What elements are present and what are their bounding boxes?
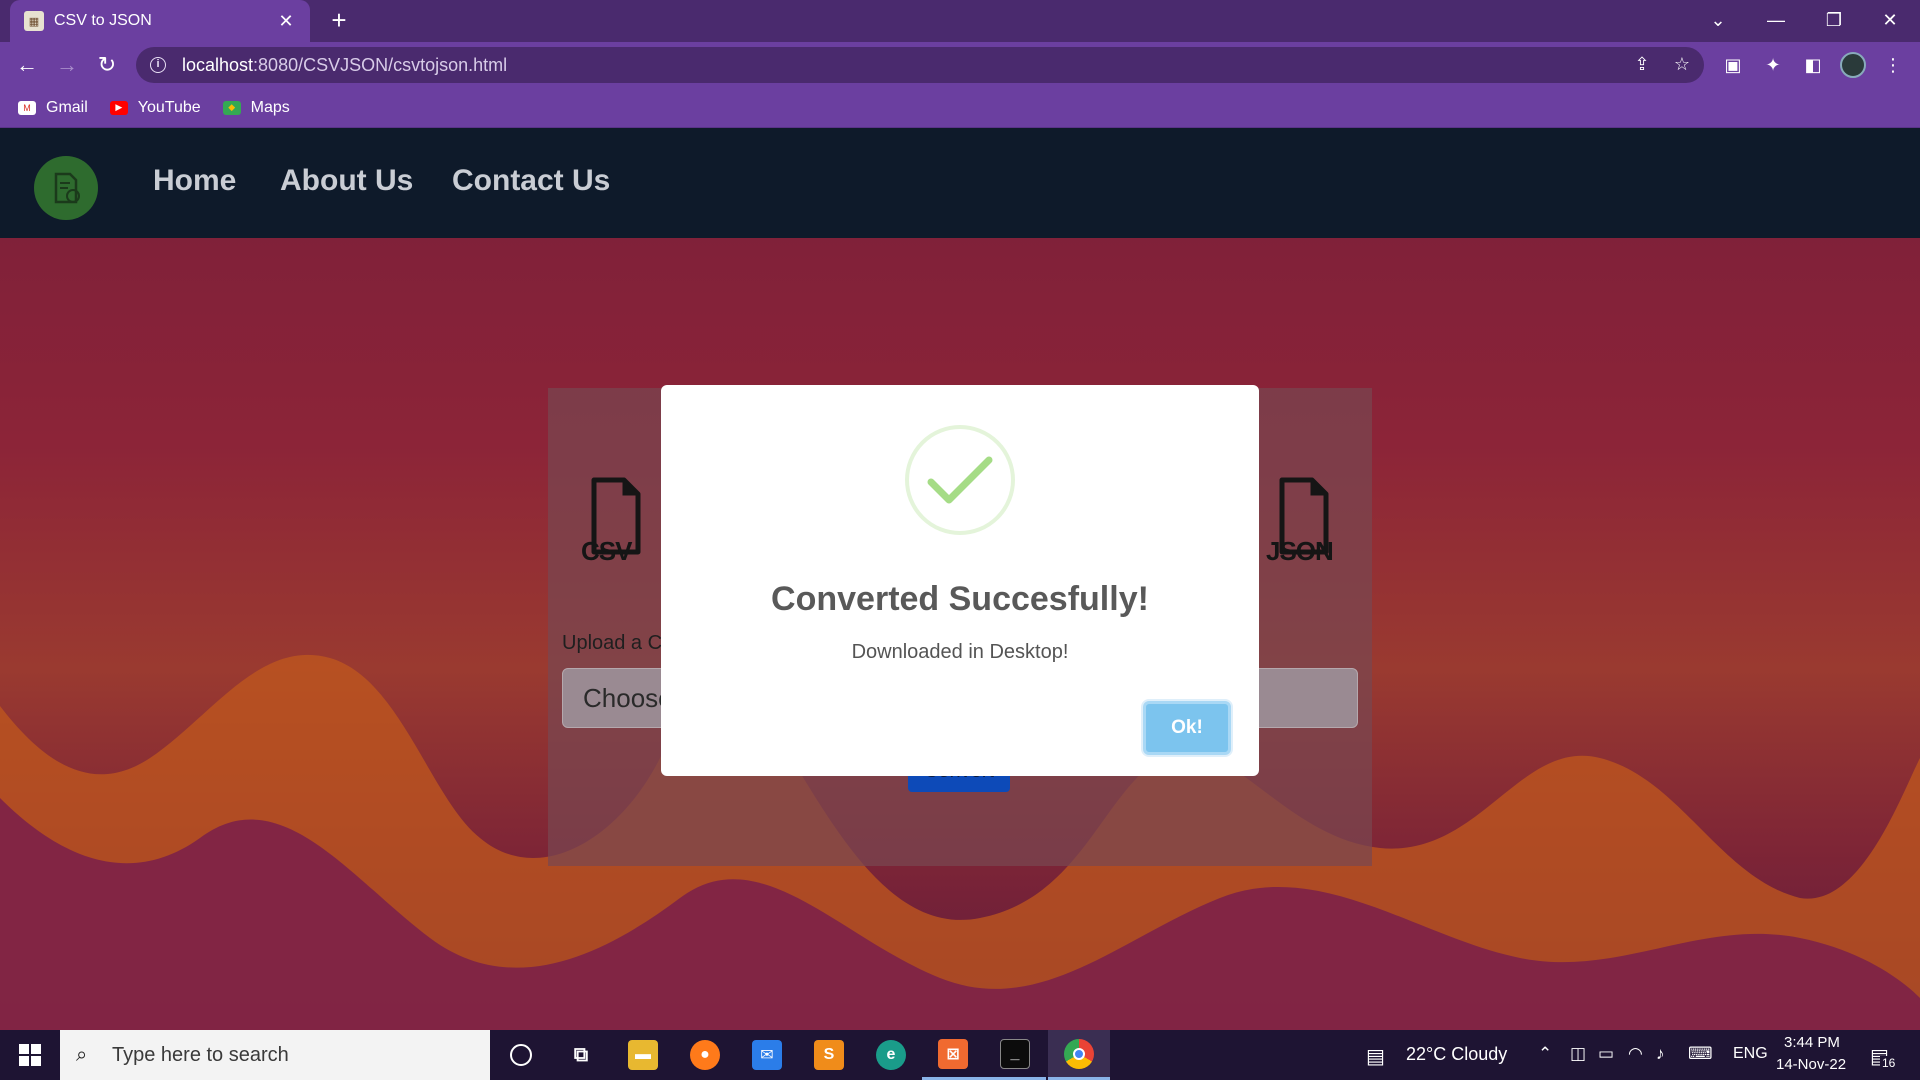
- success-dialog: Converted Succesfully! Downloaded in Des…: [661, 385, 1259, 776]
- tab-close-icon[interactable]: ✕: [276, 11, 296, 31]
- cortana-button[interactable]: [490, 1030, 552, 1080]
- csv-label: CSV: [581, 536, 632, 566]
- new-tab-button[interactable]: +: [324, 6, 354, 36]
- ok-button[interactable]: Ok!: [1143, 701, 1231, 755]
- extension-profile-icon[interactable]: ▣: [1718, 50, 1748, 80]
- browser-tab-strip: ▦ CSV to JSON ✕ + ⌄ — ❐ ✕: [0, 0, 1920, 42]
- weather-text[interactable]: 22°C Cloudy: [1406, 1044, 1507, 1065]
- taskbar-mail[interactable]: ✉: [736, 1030, 798, 1080]
- chrome-icon: [1064, 1038, 1094, 1069]
- extensions-puzzle-icon[interactable]: ✦: [1758, 50, 1788, 80]
- browser-toolbar: ← → ↻ i localhost:8080/CSVJSON/csvtojson…: [0, 42, 1920, 88]
- profile-avatar[interactable]: [1838, 50, 1868, 80]
- page-viewport: Home About Us Contact Us CSV JSON Upload…: [0, 128, 1920, 1030]
- taskbar-firefox[interactable]: ●: [674, 1030, 736, 1080]
- browser-tab[interactable]: ▦ CSV to JSON ✕: [10, 0, 310, 42]
- taskbar-chrome[interactable]: [1048, 1030, 1110, 1080]
- network-icon[interactable]: ◠: [1628, 1044, 1643, 1064]
- taskbar-file-explorer[interactable]: ▬: [612, 1030, 674, 1080]
- file-explorer-icon: ▬: [628, 1040, 658, 1070]
- json-label: JSON: [1266, 536, 1334, 566]
- bookmark-star-icon[interactable]: ☆: [1668, 50, 1696, 78]
- tab-search-chevron-icon[interactable]: ⌄: [1690, 0, 1746, 40]
- terminal-icon: _: [1000, 1038, 1030, 1069]
- start-button[interactable]: [0, 1030, 60, 1080]
- taskbar-sublime[interactable]: S: [798, 1030, 860, 1080]
- nav-home-link[interactable]: Home: [153, 164, 236, 198]
- xampp-icon: ⊠: [938, 1038, 968, 1069]
- meet-now-icon[interactable]: ◫: [1570, 1044, 1586, 1064]
- back-arrow-icon[interactable]: ←: [12, 50, 42, 80]
- site-favicon-icon: ▦: [24, 11, 44, 31]
- gmail-icon: M: [18, 100, 36, 115]
- youtube-icon: ▶: [109, 100, 128, 115]
- sublime-text-icon: S: [814, 1040, 844, 1070]
- dialog-message: Downloaded in Desktop!: [851, 641, 1069, 663]
- clock-date[interactable]: 14-Nov-22: [1776, 1056, 1846, 1073]
- windows-logo-icon: [19, 1044, 41, 1066]
- bookmark-gmail[interactable]: M Gmail: [18, 99, 88, 117]
- address-bar[interactable]: i localhost:8080/CSVJSON/csvtojson.html: [136, 47, 1704, 83]
- site-navbar: Home About Us Contact Us: [0, 128, 1920, 238]
- weather-icon[interactable]: ▤: [1366, 1044, 1385, 1069]
- clock-time[interactable]: 3:44 PM: [1784, 1034, 1840, 1051]
- minimize-button[interactable]: —: [1748, 0, 1804, 40]
- volume-icon[interactable]: ♪: [1656, 1044, 1665, 1064]
- site-info-icon[interactable]: i: [150, 57, 166, 73]
- forward-arrow-icon[interactable]: →: [52, 50, 82, 80]
- task-view-icon: ⧉: [573, 1043, 589, 1066]
- side-panel-icon[interactable]: ◧: [1798, 50, 1828, 80]
- edge-icon: e: [876, 1040, 906, 1070]
- taskbar-terminal[interactable]: _: [984, 1030, 1046, 1080]
- notification-count-badge: 16: [1880, 1056, 1898, 1070]
- bookmark-maps[interactable]: ◆ Maps: [222, 99, 290, 117]
- language-indicator[interactable]: ENG: [1733, 1045, 1768, 1063]
- url-text: localhost:8080/CSVJSON/csvtojson.html: [182, 54, 508, 75]
- windows-taskbar: ⌕ Type here to search ⧉ ▬ ● ✉ S e ⊠ _ ▤ …: [0, 1030, 1920, 1080]
- taskbar-edge[interactable]: e: [860, 1030, 922, 1080]
- mail-icon: ✉: [752, 1040, 782, 1070]
- battery-icon[interactable]: ▭: [1598, 1044, 1614, 1064]
- task-view-button[interactable]: ⧉: [550, 1030, 612, 1080]
- share-icon[interactable]: ⇪: [1628, 50, 1656, 78]
- reload-icon[interactable]: ↻: [92, 50, 122, 80]
- firefox-icon: ●: [690, 1040, 720, 1070]
- search-icon: ⌕: [76, 1044, 88, 1066]
- dialog-title: Converted Succesfully!: [771, 580, 1149, 618]
- success-check-icon: [905, 425, 1015, 535]
- tab-title: CSV to JSON: [54, 12, 152, 29]
- nav-about-link[interactable]: About Us: [280, 164, 413, 198]
- show-hidden-icons-chevron-icon[interactable]: ⌃: [1538, 1044, 1552, 1064]
- site-logo-icon[interactable]: [34, 156, 98, 220]
- cortana-circle-icon: [510, 1044, 532, 1066]
- nav-contact-link[interactable]: Contact Us: [452, 164, 610, 198]
- close-window-button[interactable]: ✕: [1862, 0, 1918, 40]
- taskbar-xampp[interactable]: ⊠: [922, 1030, 984, 1080]
- maps-icon: ◆: [222, 100, 241, 115]
- bookmarks-bar: M Gmail ▶ YouTube ◆ Maps: [0, 88, 1920, 128]
- taskbar-search-input[interactable]: ⌕ Type here to search: [60, 1030, 490, 1080]
- choose-file-text: Choose: [583, 682, 673, 713]
- touch-keyboard-icon[interactable]: ⌨: [1688, 1044, 1713, 1064]
- restore-button[interactable]: ❐: [1806, 0, 1862, 40]
- browser-menu-icon[interactable]: ⋮: [1878, 50, 1908, 80]
- upload-label: Upload a C: [562, 632, 663, 654]
- bookmark-youtube[interactable]: ▶ YouTube: [109, 99, 201, 117]
